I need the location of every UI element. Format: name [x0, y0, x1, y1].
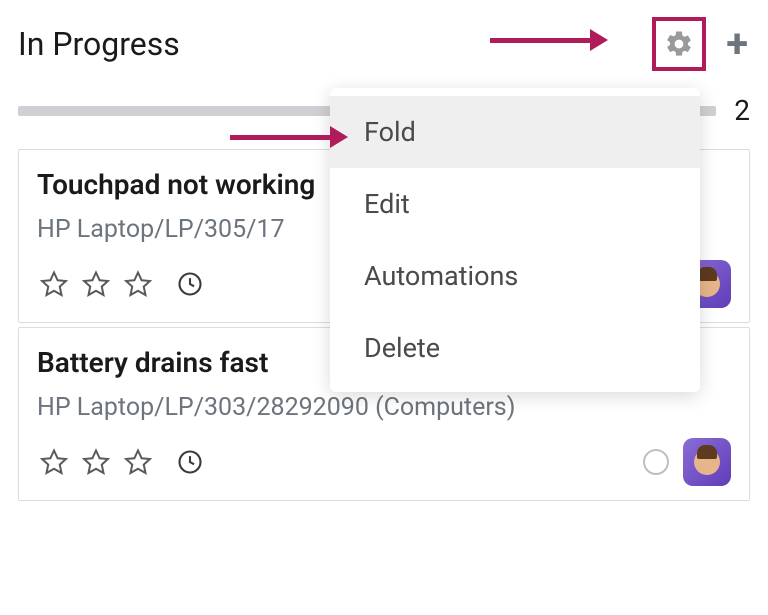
- star-icon: [123, 269, 153, 299]
- clock-icon: [176, 448, 204, 476]
- annotation-arrow: [230, 126, 348, 148]
- menu-item-fold[interactable]: Fold: [330, 96, 700, 168]
- activity-button[interactable]: [173, 267, 207, 301]
- card-count: 2: [734, 94, 750, 127]
- priority-star-3[interactable]: [121, 445, 155, 479]
- menu-item-edit[interactable]: Edit: [330, 168, 700, 240]
- card-right-icons: [643, 438, 731, 486]
- kanban-column: In Progress + 2 Touchpad not working HP …: [0, 0, 768, 501]
- column-actions: +: [652, 17, 750, 71]
- menu-item-automations[interactable]: Automations: [330, 240, 700, 312]
- annotation-arrow: [490, 29, 608, 51]
- star-icon: [39, 447, 69, 477]
- card-subtitle: HP Laptop/LP/303/28292090 (Computers): [37, 393, 731, 422]
- activity-button[interactable]: [173, 445, 207, 479]
- clock-icon: [176, 270, 204, 298]
- add-card-button[interactable]: +: [724, 24, 750, 64]
- card-left-icons: [37, 267, 207, 301]
- assignee-avatar[interactable]: [683, 438, 731, 486]
- star-icon: [123, 447, 153, 477]
- priority-star-1[interactable]: [37, 267, 71, 301]
- star-icon: [81, 269, 111, 299]
- column-header: In Progress +: [18, 14, 750, 74]
- kanban-state-indicator[interactable]: [643, 449, 669, 475]
- card-footer: [37, 438, 731, 486]
- priority-star-1[interactable]: [37, 445, 71, 479]
- column-title: In Progress: [18, 25, 180, 63]
- menu-item-delete[interactable]: Delete: [330, 312, 700, 384]
- gear-icon: [664, 29, 694, 59]
- priority-star-3[interactable]: [121, 267, 155, 301]
- card-left-icons: [37, 445, 207, 479]
- column-settings-menu: Fold Edit Automations Delete: [330, 88, 700, 392]
- priority-star-2[interactable]: [79, 267, 113, 301]
- star-icon: [39, 269, 69, 299]
- priority-star-2[interactable]: [79, 445, 113, 479]
- column-settings-button[interactable]: [652, 17, 706, 71]
- star-icon: [81, 447, 111, 477]
